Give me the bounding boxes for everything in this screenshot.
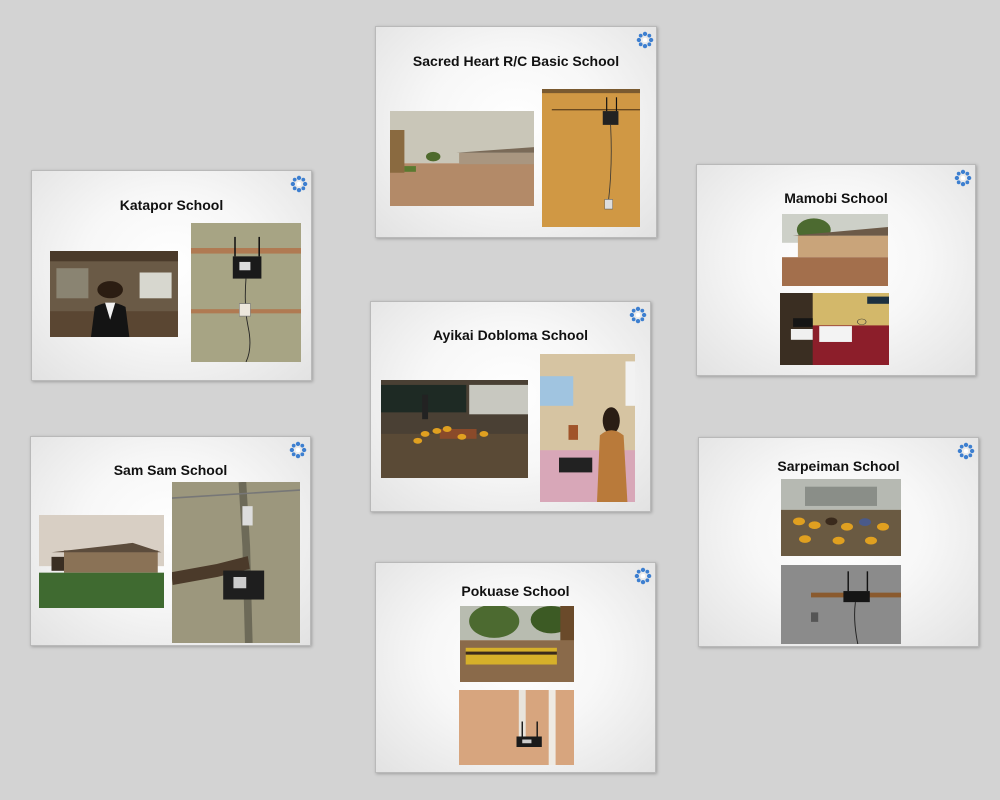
slide-sacred-heart: Sacred Heart R/C Basic School — [375, 26, 657, 238]
flower-logo-icon — [957, 442, 975, 460]
wall-mounted-device-photo — [459, 690, 574, 765]
wall-mounted-device-photo — [172, 482, 300, 643]
wall-mounted-device-photo — [780, 293, 889, 365]
classroom-students-photo — [381, 380, 528, 478]
flower-logo-icon — [629, 306, 647, 324]
flower-logo-icon — [290, 175, 308, 193]
slide-mamobi: Mamobi School — [696, 164, 976, 376]
flower-logo-icon — [634, 567, 652, 585]
slide-title: Pokuase School — [461, 583, 570, 599]
flower-logo-icon — [636, 31, 654, 49]
teacher-classroom-photo — [50, 251, 178, 337]
flower-logo-icon — [954, 169, 972, 187]
wall-mounted-device-photo — [542, 89, 640, 227]
school-building-photo — [39, 515, 164, 608]
flower-logo-icon — [289, 441, 307, 459]
school-assembly-photo — [460, 606, 574, 682]
slide-title: Sam Sam School — [113, 462, 228, 478]
school-building-photo — [782, 214, 888, 286]
slide-title: Katapor School — [119, 197, 224, 213]
slide-title: Sacred Heart R/C Basic School — [412, 53, 620, 69]
teacher-laptop-photo — [540, 354, 635, 502]
slide-title: Sarpeiman School — [777, 458, 900, 474]
slide-pokuase: Pokuase School — [375, 562, 656, 773]
slide-title: Ayikai Dobloma School — [432, 327, 589, 343]
wall-mounted-device-photo — [191, 223, 301, 362]
outdoor-students-photo — [781, 479, 901, 556]
slide-sam-sam: Sam Sam School — [30, 436, 311, 646]
wall-mounted-device-photo — [781, 565, 901, 644]
slide-sarpeiman: Sarpeiman School — [698, 437, 979, 647]
slide-ayikai-dobloma: Ayikai Dobloma School — [370, 301, 651, 512]
slide-title: Mamobi School — [784, 190, 888, 206]
school-courtyard-photo — [390, 111, 534, 206]
slide-katapor: Katapor School — [31, 170, 312, 381]
